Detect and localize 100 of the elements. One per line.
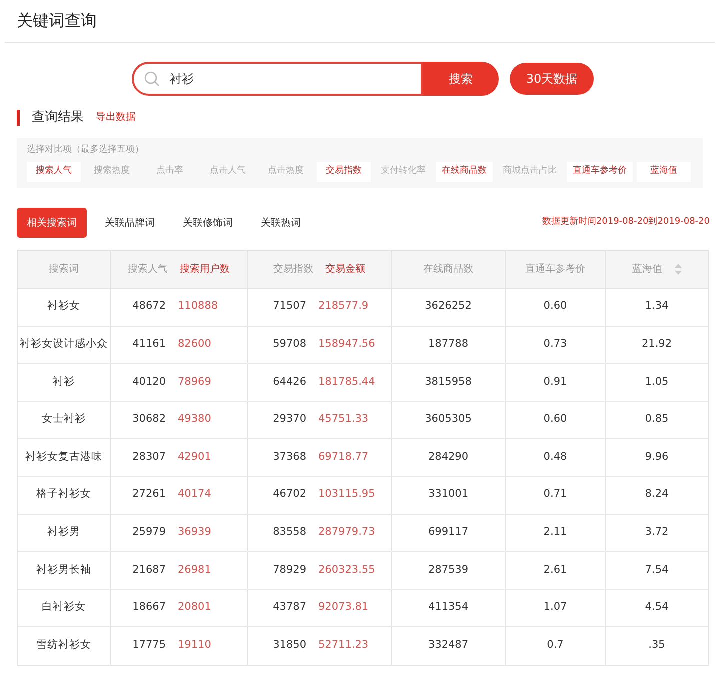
table-cell-text: 287979.73	[318, 524, 376, 540]
table-cell-text: 21.92	[642, 337, 672, 352]
table-cell-text: 女士衬衫	[42, 412, 86, 428]
table-cell-text: 41161	[132, 337, 166, 352]
tab[interactable]: 相关搜索词	[17, 208, 87, 238]
table-cell-text: 92073.81	[318, 600, 370, 616]
table-cell-text: 699117	[428, 524, 469, 540]
table-cell-text: 331001	[428, 487, 469, 502]
column-header: 交易金额	[326, 262, 366, 277]
table-cell-text: 103115.95	[318, 487, 376, 502]
table-cell-text: 28307	[132, 450, 166, 465]
table-cell-text: 332487	[428, 638, 469, 654]
table-cell-text: 衬衫女设计感小众	[20, 337, 108, 352]
table-cell-text: 1.05	[645, 374, 669, 390]
period-button[interactable]: 30天数据	[510, 63, 594, 95]
table-cell-text: 3626252	[425, 299, 472, 314]
table-cell-text: 110888	[178, 299, 220, 314]
table-cell-text: 0.71	[544, 487, 568, 502]
table-cell-text: 0.48	[544, 450, 568, 465]
table-cell-text: 284290	[428, 450, 469, 465]
compare-option[interactable]: 直通车参考价	[567, 162, 633, 182]
table-cell-text: 260323.55	[318, 562, 376, 578]
table-cell-text: 40174	[178, 487, 212, 502]
sort-icon[interactable]	[674, 264, 682, 275]
compare-option[interactable]: 蓝海值	[637, 162, 691, 182]
table-cell-text: 287539	[428, 562, 469, 578]
table-cell-text: 64426	[272, 374, 306, 390]
table-cell-text: 31850	[272, 638, 306, 654]
tab[interactable]: 关联热词	[251, 208, 311, 238]
table-cell-text: 0.73	[544, 337, 568, 352]
table-cell-text: 218577.9	[318, 299, 370, 314]
table-cell-text: 29370	[272, 412, 306, 428]
table-cell-text: 17775	[132, 638, 166, 654]
table-cell-text: 46702	[272, 487, 306, 502]
table-cell-text: 158947.56	[318, 337, 376, 352]
export-link[interactable]: 导出数据	[96, 110, 136, 126]
table-cell-text: 4.54	[645, 600, 669, 616]
table-cell-text: 37368	[272, 450, 306, 465]
table-cell-text: 26981	[178, 562, 212, 578]
table-cell-text: 0.7	[547, 638, 564, 654]
table-cell-text: 181785.44	[318, 374, 376, 390]
table-cell-text: 衬衫女复古港味	[26, 450, 102, 465]
compare-option[interactable]: 交易指数	[317, 162, 371, 182]
table-cell-text: 83558	[272, 524, 306, 540]
table-cell-text: 411354	[428, 600, 469, 616]
update-time: 数据更新时间2019-08-20到2019-08-20	[542, 216, 710, 230]
table-cell-text: 187788	[428, 337, 469, 352]
compare-hint: 选择对比项（最多选择五项）	[27, 144, 145, 156]
table-cell-text: 白衬衫女	[42, 600, 86, 616]
results-heading: 查询结果	[32, 109, 84, 127]
table-cell-text: 7.54	[645, 562, 669, 578]
table-cell-text: 8.24	[645, 487, 669, 502]
table-cell-text: 49380	[178, 412, 212, 428]
table-cell-text: 0.60	[544, 299, 568, 314]
table-cell-text: 0.85	[645, 412, 669, 428]
page-title: 关键词查询	[17, 10, 97, 32]
table-cell-text: 1.07	[544, 600, 568, 616]
table-cell-text: 30682	[132, 412, 166, 428]
table-cell-text: .35	[648, 638, 666, 654]
table-cell-text: 18667	[132, 600, 166, 616]
table-cell-text: 82600	[178, 337, 212, 352]
table-cell-text: 衬衫女	[48, 299, 80, 314]
column-header: 在线商品数	[424, 262, 474, 277]
table-cell-text: 25979	[132, 524, 166, 540]
table-cell-text: 3605305	[425, 412, 472, 428]
table-cell-text: 40120	[132, 374, 166, 390]
compare-option[interactable]: 在线商品数	[436, 162, 493, 182]
tab[interactable]: 关联修饰词	[173, 208, 243, 238]
table-cell-text: 52711.23	[318, 638, 370, 654]
table-cell-text: 21687	[132, 562, 166, 578]
table-cell-text: 2.11	[544, 524, 568, 540]
column-header: 搜索人气	[128, 262, 168, 277]
column-header: 直通车参考价	[526, 262, 586, 277]
table-cell-text: 1.34	[645, 299, 669, 314]
table-cell-text: 45751.33	[318, 412, 370, 428]
column-header: 搜索词	[49, 262, 79, 277]
compare-option[interactable]: 搜索人气	[27, 162, 81, 182]
table-cell-text: 0.91	[544, 374, 568, 390]
tab[interactable]: 关联品牌词	[95, 208, 165, 238]
table-cell-text: 衬衫	[53, 374, 75, 390]
column-header: 交易指数	[274, 262, 314, 277]
table-cell-text: 43787	[272, 600, 306, 616]
table-cell-text: 19110	[178, 638, 212, 654]
table-cell-text: 衬衫男长袖	[36, 562, 92, 578]
search-button[interactable]: 搜索	[423, 62, 499, 96]
table-cell-text: 衬衫男	[48, 524, 80, 540]
table-cell-text: 3815958	[425, 374, 472, 390]
table-cell-text: 69718.77	[318, 450, 370, 465]
table-cell-text: 71507	[272, 299, 306, 314]
search-field[interactable]: 衬衫	[132, 62, 423, 96]
table-cell-text: 0.60	[544, 412, 568, 428]
table-cell-text: 78969	[178, 374, 212, 390]
search-icon	[144, 71, 160, 87]
column-header: 搜索用户数	[180, 262, 230, 277]
table-cell-text: 42901	[178, 450, 212, 465]
table-cell-text: 27261	[132, 487, 166, 502]
table-cell-text: 格子衬衫女	[36, 487, 92, 502]
column-header: 蓝海值	[632, 262, 662, 277]
table-cell-text: 36939	[178, 524, 212, 540]
table-cell-text: 3.72	[645, 524, 669, 540]
